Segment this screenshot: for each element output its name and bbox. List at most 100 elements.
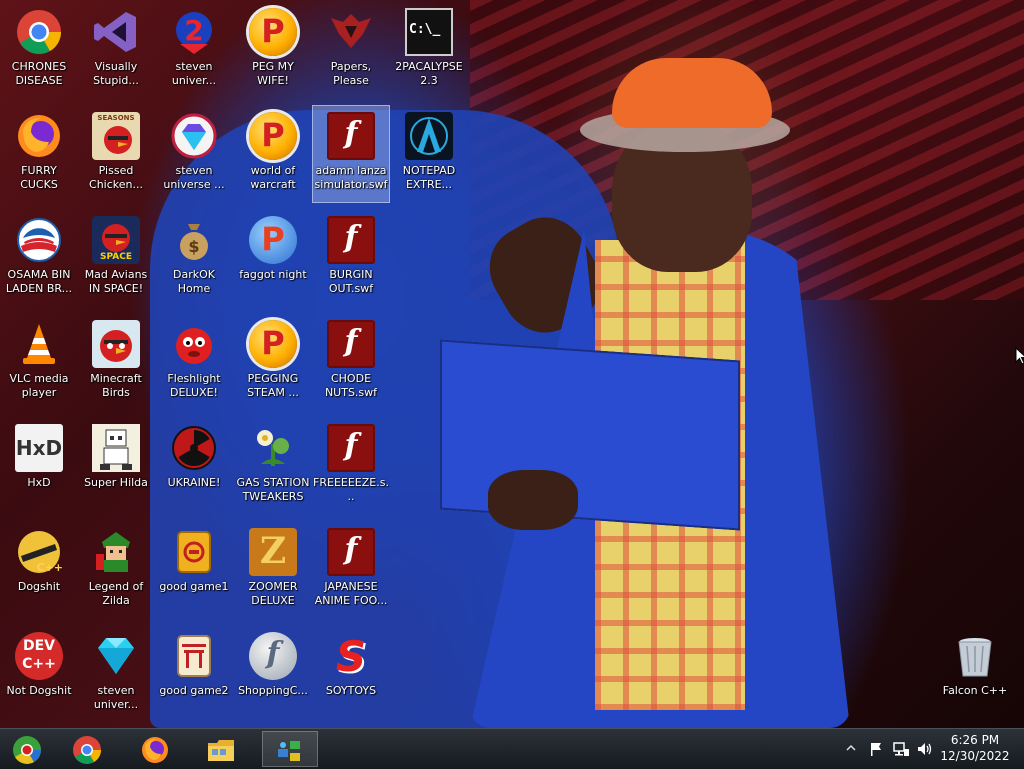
icon-label: VLC media player xyxy=(9,372,69,399)
desktop-icon-soytoys[interactable]: S SOYTOYS xyxy=(313,626,389,722)
icon-label: Mad Avians IN SPACE! xyxy=(84,268,148,295)
wallpaper-hat-brim xyxy=(580,108,790,152)
icon-label: world of warcraft xyxy=(250,164,296,191)
desktop-icon-chode-nuts[interactable]: f CHODE NUTS.swf xyxy=(313,314,389,410)
dev-cpp-icon-text: C++ xyxy=(22,656,56,672)
action-center-flag-icon[interactable] xyxy=(868,741,884,757)
icon-label: Super Hilda xyxy=(84,476,148,489)
desktop-icon-hxd[interactable]: HxD HxD xyxy=(1,418,77,514)
icon-label: Legend of Zilda xyxy=(88,580,144,607)
flash-file-icon: f xyxy=(327,424,375,472)
desktop-icon-faggot-night[interactable]: P faggot night xyxy=(235,210,311,306)
desktop-icon-osama-bin-laden[interactable]: OSAMA BIN LADEN BR... xyxy=(1,210,77,306)
desktop-icon-world-of-warcraft[interactable]: P world of warcraft xyxy=(235,106,311,202)
taskbar-clock[interactable]: 6:26 PM 12/30/2022 xyxy=(930,732,1020,764)
desktop-icon-dogshit[interactable]: C++ Dogshit xyxy=(1,522,77,618)
seasons-icon-text: SEASONS xyxy=(97,114,135,122)
command-prompt-icon: C:\_ xyxy=(405,8,453,56)
desktop-icon-chrones-disease[interactable]: CHRONES DISEASE xyxy=(1,2,77,98)
desktop-icon-steven-universe-3[interactable]: steven univer... xyxy=(78,626,154,722)
desktop-icon-burgin-out[interactable]: f BURGIN OUT.swf xyxy=(313,210,389,306)
desktop-icon-zoomer-deluxe[interactable]: Z ZOOMER DELUXE xyxy=(235,522,311,618)
icon-label: PEGGING STEAM ... xyxy=(247,372,299,399)
icon-label: ZOOMER DELUXE xyxy=(248,580,298,607)
taskbar-file-explorer-button[interactable] xyxy=(194,731,250,767)
desktop-icon-adamn-lanza-simulator[interactable]: f adamn lanza simulator.swf xyxy=(312,105,390,203)
chevron-up-icon[interactable] xyxy=(846,744,856,752)
network-icon[interactable] xyxy=(892,741,910,757)
taskbar-network-app-button[interactable] xyxy=(262,731,318,767)
firefox-icon xyxy=(142,737,168,763)
desktop-icon-pegging-steam[interactable]: P PEGGING STEAM ... xyxy=(235,314,311,410)
chrome-icon xyxy=(73,736,101,764)
desktop-icon-legend-of-zilda[interactable]: Legend of Zilda xyxy=(78,522,154,618)
desktop-icon-darkok-home[interactable]: $ DarkOK Home xyxy=(156,210,232,306)
clock-time: 6:26 PM xyxy=(950,733,1000,747)
desktop-icon-2pacalypse[interactable]: C:\_ 2PACALYPSE 2.3 xyxy=(391,2,467,98)
desktop-icon-pissed-chicken[interactable]: SEASONS Pissed Chicken... xyxy=(78,106,154,202)
desktop-icon-vlc[interactable]: VLC media player xyxy=(1,314,77,410)
cmd-icon-text: C:\_ xyxy=(409,22,441,37)
angry-bird-icon xyxy=(92,320,140,368)
desktop-icon-steven-universe-1[interactable]: 2 steven univer... xyxy=(156,2,232,98)
desktop-icon-super-hilda[interactable]: Super Hilda xyxy=(78,418,154,514)
recycle-bin-icon xyxy=(951,632,999,680)
desktop-icon-papers-please[interactable]: Papers, Please xyxy=(313,2,389,98)
dev-cpp-icon: DEV C++ xyxy=(15,632,63,680)
wallpaper-right-gown xyxy=(470,230,850,728)
desktop-icon-peg-my-wife[interactable]: P PEG MY WIFE! xyxy=(235,2,311,98)
folder-icon xyxy=(208,740,234,761)
cpp-icon-text: C++ xyxy=(36,561,63,574)
desktop-icon-japanese-anime-foo[interactable]: f JAPANESE ANIME FOO... xyxy=(313,522,389,618)
desktop-icon-notepad-extreme[interactable]: NOTEPAD EXTRE... xyxy=(391,106,467,202)
hxd-icon: HxD xyxy=(15,424,63,472)
vlc-cone-icon xyxy=(15,320,63,368)
icon-label: Fleshlight DELUXE! xyxy=(167,372,221,399)
desktop-icon-falcon-cpp[interactable]: Falcon C++ xyxy=(937,626,1013,722)
desktop-icon-furry-cucks[interactable]: FURRY CUCKS xyxy=(1,106,77,202)
desktop-icon-visually-stupid[interactable]: Visually Stupid... xyxy=(78,2,154,98)
desktop-icon-shoppingc[interactable]: f ShoppingC... xyxy=(235,626,311,722)
icon-label: ShoppingC... xyxy=(238,684,308,697)
desktop-icon-fleshlight-deluxe[interactable]: Fleshlight DELUXE! xyxy=(156,314,232,410)
desktop-icon-gas-station-tweakers[interactable]: GAS STATION TWEAKERS xyxy=(235,418,311,514)
icon-label: BURGIN OUT.swf xyxy=(328,268,374,295)
icon-label: Visually Stupid... xyxy=(93,60,139,87)
icon-label: Not Dogshit xyxy=(6,684,72,697)
notepad-extreme-icon xyxy=(405,112,453,160)
icon-label: FURRY CUCKS xyxy=(20,164,58,191)
desktop-icon-good-game1[interactable]: good game1 xyxy=(156,522,232,618)
icon-label: CHODE NUTS.swf xyxy=(324,372,378,399)
desktop-icon-not-dogshit[interactable]: DEV C++ Not Dogshit xyxy=(1,626,77,722)
mahjong-tile-icon xyxy=(170,528,218,576)
icon-label: steven universe ... xyxy=(163,164,225,191)
desktop-icon-steven-universe-2[interactable]: steven universe ... xyxy=(156,106,232,202)
flash-player-silver-icon: f xyxy=(249,632,297,680)
wallpaper-face xyxy=(612,122,752,272)
icon-label: SOYTOYS xyxy=(325,684,377,697)
flash-file-icon: f xyxy=(327,112,375,160)
svg-text:2: 2 xyxy=(184,14,203,47)
icon-label: adamn lanza simulator.swf xyxy=(314,164,388,191)
angry-birds-space-icon: SPACE xyxy=(92,216,140,264)
icon-label: GAS STATION TWEAKERS xyxy=(236,476,310,503)
space-icon-text: SPACE xyxy=(100,252,132,262)
taskbar-firefox-button[interactable] xyxy=(128,731,184,767)
wallpaper-plaid-shirt xyxy=(595,240,745,710)
hxd-icon-text: HxD xyxy=(15,436,63,460)
taskbar-chrome-button[interactable] xyxy=(60,731,116,767)
desktop-icon-ukraine[interactable]: UKRAINE! xyxy=(156,418,232,514)
desktop-icon-mad-avians[interactable]: SPACE Mad Avians IN SPACE! xyxy=(78,210,154,306)
wallpaper-diploma xyxy=(440,339,740,531)
start-button[interactable] xyxy=(0,731,56,767)
desktop-icon-minecraft-birds[interactable]: Minecraft Birds xyxy=(78,314,154,410)
red-fuzzy-creature-icon xyxy=(170,320,218,368)
desktop-icon-good-game2[interactable]: good game2 xyxy=(156,626,232,722)
visual-studio-icon xyxy=(92,8,140,56)
taskbar: 6:26 PM 12/30/2022 xyxy=(0,728,1024,769)
icon-label: good game2 xyxy=(159,684,229,697)
mahjong-tile-torii-icon xyxy=(170,632,218,680)
desktop[interactable]: CHRONES DISEASE FURRY CUCKS OSAMA BIN LA… xyxy=(0,0,1024,728)
icon-label: steven univer... xyxy=(171,60,217,87)
desktop-icon-freeeeeze[interactable]: f FREEEEEZE.s... xyxy=(313,418,389,514)
